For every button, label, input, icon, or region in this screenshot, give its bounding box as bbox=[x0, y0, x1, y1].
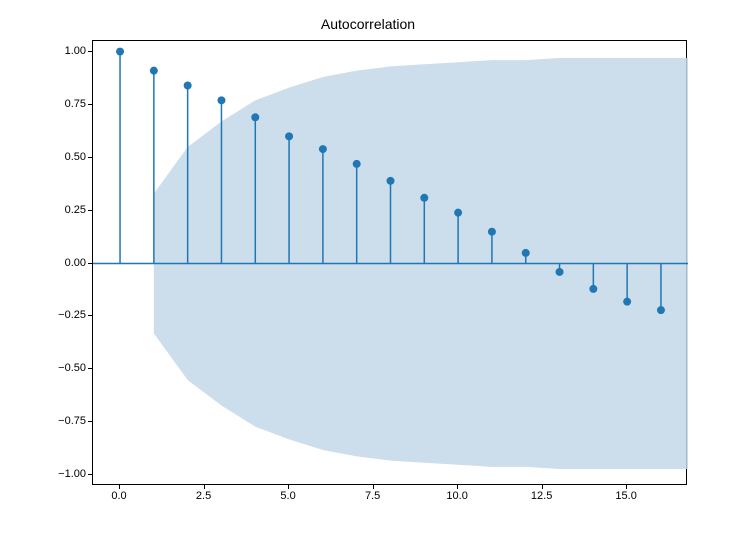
acf-marker bbox=[319, 145, 327, 153]
y-tick-mark bbox=[88, 51, 92, 52]
x-tick-mark bbox=[542, 485, 543, 489]
y-tick-label: 0.50 bbox=[36, 151, 86, 163]
acf-marker bbox=[217, 96, 225, 104]
acf-marker bbox=[522, 249, 530, 257]
chart-title: Autocorrelation bbox=[0, 16, 736, 32]
x-tick-label: 0.0 bbox=[111, 490, 126, 502]
x-tick-label: 5.0 bbox=[280, 490, 295, 502]
acf-marker bbox=[454, 209, 462, 217]
acf-marker bbox=[184, 82, 192, 90]
x-tick-label: 7.5 bbox=[365, 490, 380, 502]
acf-marker bbox=[285, 132, 293, 140]
y-tick-label: −0.25 bbox=[36, 309, 86, 321]
x-tick-mark bbox=[457, 485, 458, 489]
plot-area bbox=[92, 40, 687, 485]
acf-marker bbox=[353, 160, 361, 168]
acf-marker bbox=[589, 285, 597, 293]
x-tick-mark bbox=[288, 485, 289, 489]
y-tick-label: 1.00 bbox=[36, 45, 86, 57]
y-tick-label: −0.50 bbox=[36, 362, 86, 374]
y-tick-mark bbox=[88, 315, 92, 316]
acf-marker bbox=[420, 194, 428, 202]
x-tick-label: 12.5 bbox=[531, 490, 552, 502]
acf-marker bbox=[150, 67, 158, 75]
plot-svg bbox=[93, 41, 688, 486]
autocorrelation-chart: Autocorrelation −1.00−0.75−0.50−0.250.00… bbox=[0, 0, 736, 538]
y-tick-mark bbox=[88, 210, 92, 211]
y-tick-mark bbox=[88, 368, 92, 369]
x-tick-label: 15.0 bbox=[615, 490, 636, 502]
x-tick-mark bbox=[373, 485, 374, 489]
acf-marker bbox=[657, 306, 665, 314]
x-tick-mark bbox=[204, 485, 205, 489]
acf-marker bbox=[488, 228, 496, 236]
acf-marker bbox=[623, 298, 631, 306]
acf-marker bbox=[387, 177, 395, 185]
acf-marker bbox=[251, 113, 259, 121]
y-tick-mark bbox=[88, 157, 92, 158]
x-tick-mark bbox=[626, 485, 627, 489]
acf-marker bbox=[116, 48, 124, 56]
y-tick-label: 0.75 bbox=[36, 98, 86, 110]
y-tick-mark bbox=[88, 263, 92, 264]
y-tick-label: 0.25 bbox=[36, 204, 86, 216]
acf-marker bbox=[556, 268, 564, 276]
y-tick-label: −1.00 bbox=[36, 468, 86, 480]
y-tick-label: 0.00 bbox=[36, 257, 86, 269]
x-tick-label: 10.0 bbox=[446, 490, 467, 502]
x-tick-mark bbox=[119, 485, 120, 489]
y-tick-label: −0.75 bbox=[36, 415, 86, 427]
y-tick-mark bbox=[88, 474, 92, 475]
x-tick-label: 2.5 bbox=[196, 490, 211, 502]
y-tick-mark bbox=[88, 104, 92, 105]
y-tick-mark bbox=[88, 421, 92, 422]
